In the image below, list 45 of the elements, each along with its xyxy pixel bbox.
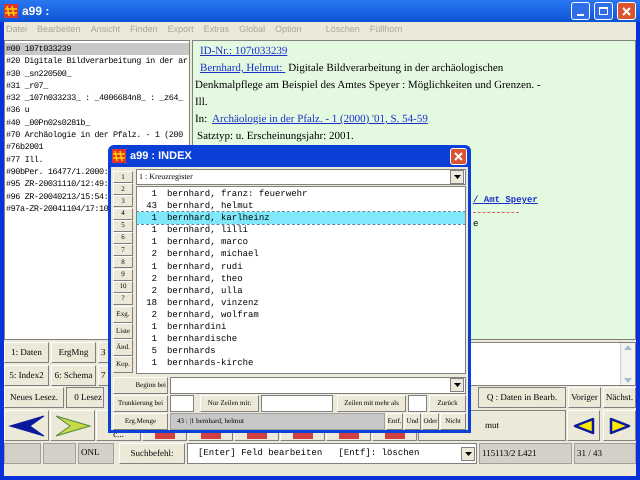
entry-term: bernhard, theo <box>167 272 243 285</box>
entry-term: bernhard, marco <box>167 236 248 248</box>
window-title: a99 : <box>22 3 50 20</box>
entry-count: 1 <box>150 224 157 236</box>
entry-count: 2 <box>150 308 157 322</box>
entry-term: bernhard, helmut <box>167 200 254 212</box>
entry-count: 1 <box>150 260 157 273</box>
entry-count: 1 <box>150 333 157 346</box>
entry-term: bernhardische <box>167 333 238 346</box>
entry-term: bernhard, wolfram <box>167 308 259 322</box>
entry-count: 1 <box>150 236 157 248</box>
counter-field: 31 / 43 <box>574 443 636 464</box>
in-label: In: <box>195 112 208 127</box>
entry-term: bernhards-kirche <box>167 357 254 370</box>
record-type-text: Satztyp: u. Erscheinungsjahr: 2001. <box>196 129 355 144</box>
bookmark-count: 0 Lesez <box>66 387 104 408</box>
entry-count: 1 <box>150 212 157 224</box>
entry-count: 1 <box>150 188 157 200</box>
entry-term: bernhard, vinzenz <box>167 296 259 309</box>
dialog-title: a99 : INDEX <box>130 148 192 164</box>
title-text: Denkmalpflege am Beispiel des Amtes Speyer : Möglichkeiten und Grenzen. - <box>195 78 542 93</box>
position-field: 115113/2 L421 <box>479 443 572 464</box>
record-text: e <box>473 219 480 229</box>
entry-count: 2 <box>150 284 157 297</box>
entry-count: 2 <box>150 272 157 285</box>
entry-term: bernhard, rudi <box>167 260 243 273</box>
entry-count: 2 <box>150 248 157 261</box>
entry-term: bernhard, karlheinz <box>167 212 270 224</box>
entry-count: 18 <box>145 296 157 309</box>
entry-term: bernhards <box>167 345 216 358</box>
entry-count: 43 <box>145 200 157 212</box>
status-field: ONL <box>78 443 114 464</box>
entry-term: bernhardini <box>167 321 226 334</box>
entry-count: 1 <box>150 357 157 370</box>
entry-count: 1 <box>150 321 157 334</box>
command-text: [Enter] Feld bearbeiten [Entf]: löschen <box>198 446 420 460</box>
entry-term: bernhard, lilli <box>167 224 248 236</box>
entry-term: bernhard, michael <box>167 248 259 261</box>
entry-term: bernhard, franz: feuerwehr <box>167 188 308 200</box>
illustrations-text: Ill. <box>195 95 209 110</box>
entry-count: 5 <box>150 345 157 358</box>
record-status: Q : Daten in Bearb. <box>478 387 566 408</box>
entry-term: bernhard, ulla <box>167 284 243 297</box>
title-text: Digitale Bildverarbeitung in der archäologischen <box>288 61 504 76</box>
register-text: 1 : Kreuzregister <box>139 171 194 183</box>
